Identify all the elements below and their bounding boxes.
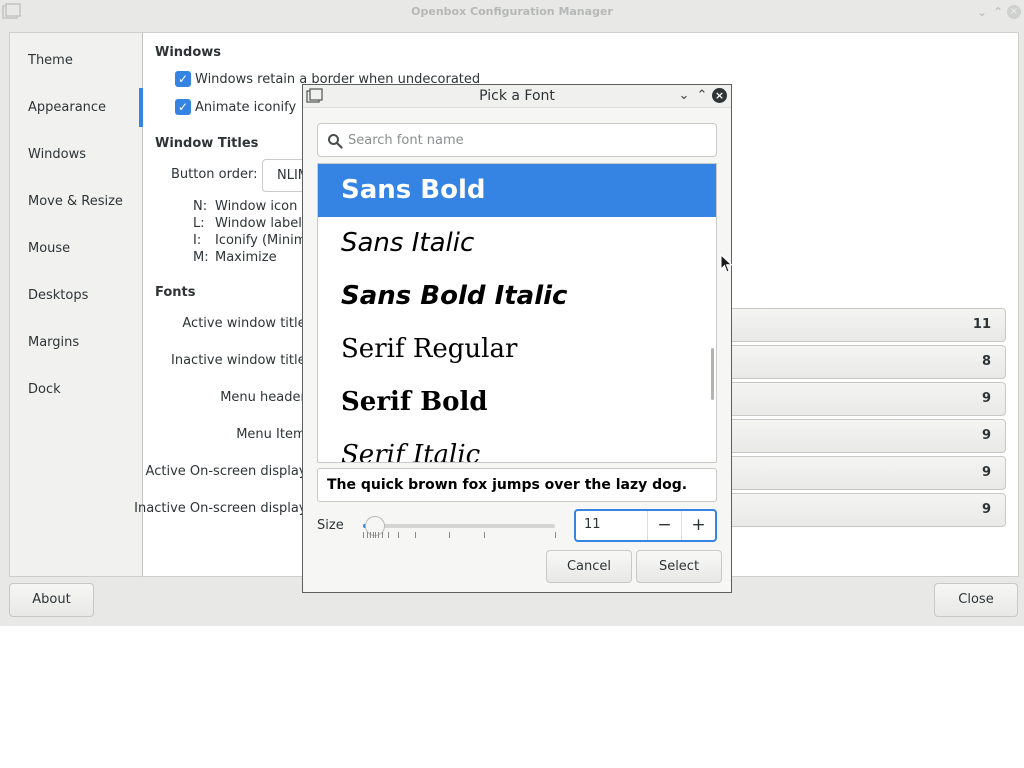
close-icon: × — [1007, 5, 1021, 19]
font-size-value: 8 — [981, 354, 991, 369]
slider-tick — [363, 532, 364, 538]
menu-header-font-button[interactable]: 9 — [700, 382, 1006, 416]
maximize-icon[interactable]: ⌃ — [694, 88, 710, 104]
size-value[interactable]: 11 — [584, 517, 601, 532]
retain-border-checkbox[interactable]: ✓ — [175, 71, 191, 87]
slider-tick — [387, 532, 389, 538]
minimize-icon[interactable]: ⌄ — [676, 88, 692, 104]
legend-key: I: — [193, 233, 202, 248]
maximize-icon[interactable]: ⌃ — [990, 4, 1006, 20]
font-size-value: 9 — [981, 428, 991, 443]
font-list-scrollbar[interactable] — [711, 348, 714, 400]
font-list-item[interactable]: Sans Italic — [318, 217, 716, 270]
animate-iconify-checkbox[interactable]: ✓ — [175, 99, 191, 115]
active-title-font-button[interactable]: 11 — [700, 308, 1006, 342]
about-button[interactable]: About — [9, 583, 94, 617]
animate-iconify-label: Animate iconify — [195, 99, 297, 115]
font-size-value: 9 — [981, 502, 991, 517]
sidebar-item-move-resize[interactable]: Move & Resize — [10, 178, 142, 225]
button-order-label: Button order: — [171, 167, 258, 182]
sidebar-item-theme[interactable]: Theme — [10, 37, 142, 84]
sidebar: Theme Appearance Windows Move & Resize M… — [9, 32, 143, 577]
sidebar-item-dock[interactable]: Dock — [10, 366, 142, 413]
legend-value: Window icon — [215, 199, 298, 214]
legend-key: L: — [193, 216, 205, 231]
size-spinbutton[interactable]: 11 − + — [574, 509, 717, 542]
slider-tick — [375, 532, 377, 538]
menu-item-font-button[interactable]: 9 — [700, 419, 1006, 453]
fonts-section-title: Fonts — [155, 285, 196, 300]
font-row-label: Menu Item: — [236, 427, 310, 442]
font-size-value: 11 — [972, 317, 991, 332]
legend-key: N: — [193, 199, 208, 214]
mouse-pointer-icon — [720, 254, 733, 273]
active-osd-font-button[interactable]: 9 — [700, 456, 1006, 490]
select-button[interactable]: Select — [636, 550, 722, 583]
slider-trough — [363, 524, 555, 528]
window-titles-section-title: Window Titles — [155, 136, 259, 151]
slider-tick — [369, 532, 371, 538]
slider-tick — [414, 532, 416, 538]
sidebar-item-margins[interactable]: Margins — [10, 319, 142, 366]
sidebar-item-windows[interactable]: Windows — [10, 131, 142, 178]
font-list-item[interactable]: Sans Bold Italic — [318, 270, 716, 323]
font-preview[interactable]: The quick brown fox jumps over the lazy … — [317, 468, 717, 502]
animate-iconify-row[interactable]: ✓ Animate iconify — [175, 98, 296, 116]
font-row-label: Inactive window title: — [171, 353, 310, 368]
main-titlebar[interactable]: Openbox Configuration Manager ⌄ ⌃ × — [0, 0, 1024, 24]
sidebar-item-appearance[interactable]: Appearance — [10, 84, 143, 131]
legend-value: Maximize — [215, 250, 277, 265]
decrease-size-button[interactable]: − — [647, 511, 681, 540]
size-label: Size — [317, 518, 344, 533]
slider-tick — [397, 532, 399, 538]
font-list-item[interactable]: Sans Bold — [318, 164, 716, 217]
close-icon: × — [712, 88, 727, 103]
font-size-value: 9 — [981, 391, 991, 406]
pick-font-dialog: Pick a Font ⌄ ⌃ × Sans Bold Sans Italic … — [302, 84, 732, 593]
search-icon — [328, 134, 343, 149]
close-window-button[interactable]: × — [1006, 4, 1022, 20]
size-slider[interactable] — [361, 515, 557, 541]
dialog-title: Pick a Font — [479, 88, 555, 104]
legend-key: M: — [193, 250, 209, 265]
slider-tick — [372, 532, 374, 538]
font-list-item[interactable]: Serif Bold — [318, 376, 716, 429]
minimize-icon[interactable]: ⌄ — [974, 4, 990, 20]
font-size-value: 9 — [981, 465, 991, 480]
font-row-label: Active On-screen display: — [145, 464, 310, 479]
increase-size-button[interactable]: + — [681, 511, 715, 540]
window-title: Openbox Configuration Manager — [411, 5, 613, 18]
slider-tick — [483, 532, 485, 538]
sidebar-item-mouse[interactable]: Mouse — [10, 225, 142, 272]
font-row-label: Inactive On-screen display: — [134, 501, 310, 516]
close-button[interactable]: Close — [934, 583, 1018, 617]
inactive-osd-font-button[interactable]: 9 — [700, 493, 1006, 527]
slider-tick — [449, 532, 451, 538]
slider-tick — [378, 532, 380, 538]
sidebar-item-desktops[interactable]: Desktops — [10, 272, 142, 319]
slider-tick — [382, 532, 384, 538]
font-list[interactable]: Sans Bold Sans Italic Sans Bold Italic S… — [317, 163, 717, 463]
inactive-title-font-button[interactable]: 8 — [700, 345, 1006, 379]
font-list-item[interactable]: Serif Italic — [318, 429, 716, 462]
font-row-label: Active window title: — [182, 316, 310, 331]
font-row-label: Menu header: — [220, 390, 310, 405]
search-input[interactable] — [348, 130, 708, 150]
font-list-item[interactable]: Serif Regular — [318, 323, 716, 376]
windows-section-title: Windows — [155, 45, 222, 60]
dialog-titlebar[interactable]: Pick a Font ⌄ ⌃ × — [303, 85, 731, 108]
dialog-close-button[interactable]: × — [712, 88, 728, 104]
slider-tick — [366, 532, 368, 538]
cancel-button[interactable]: Cancel — [546, 550, 632, 583]
legend-value: Window label — [215, 216, 302, 231]
slider-tick — [555, 532, 556, 538]
font-search-box[interactable] — [317, 123, 717, 157]
